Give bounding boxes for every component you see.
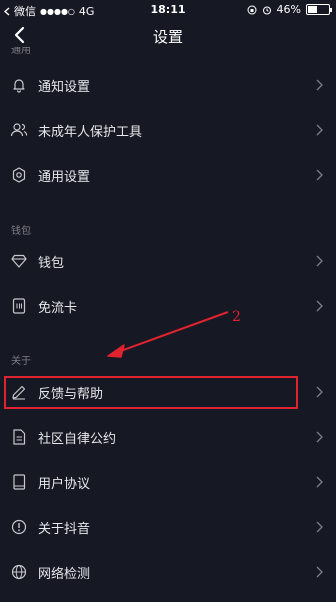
info-icon — [10, 518, 28, 536]
page-title: 设置 — [152, 28, 183, 46]
row-data-free-card[interactable]: 免流卡 — [0, 284, 336, 328]
chevron-right-icon — [314, 385, 324, 399]
chevron-right-icon — [314, 123, 324, 137]
row-minor-protection[interactable]: 未成年人保护工具 — [0, 108, 336, 152]
people-icon — [10, 121, 28, 139]
row-label: 社区自律公约 — [38, 431, 117, 447]
chevron-right-icon — [314, 520, 324, 534]
row-label: 用户协议 — [38, 476, 91, 492]
chevron-right-icon — [314, 168, 324, 182]
chevron-right-icon — [314, 565, 324, 579]
diamond-icon — [10, 252, 28, 270]
nav-bar: 设置 — [0, 20, 336, 50]
row-general-settings[interactable]: 通用设置 — [0, 153, 336, 197]
row-label: 通知设置 — [38, 79, 91, 95]
row-label: 钱包 — [38, 255, 65, 271]
row-label: 未成年人保护工具 — [38, 124, 143, 140]
section-header-general: 通用 — [11, 47, 31, 54]
bell-icon — [10, 76, 28, 94]
gear-icon — [10, 166, 28, 184]
row-wallet[interactable]: 钱包 — [0, 239, 336, 283]
row-about-douyin[interactable]: 关于抖音 — [0, 505, 336, 549]
orientation-lock-icon — [247, 5, 257, 14]
battery-percent: 46% — [276, 3, 301, 16]
globe-icon — [10, 563, 28, 581]
section-header-about: 关于 — [11, 356, 31, 367]
row-label: 通用设置 — [38, 169, 91, 185]
section-header-wallet: 钱包 — [11, 226, 31, 237]
annotation-highlight-box — [4, 376, 298, 409]
annotation-number: 2 — [232, 309, 241, 325]
battery-fill — [308, 6, 318, 13]
row-label: 免流卡 — [38, 300, 78, 316]
status-bar: 微信 ●●●●○ 4G 18:11 46% — [0, 0, 336, 20]
chevron-right-icon — [314, 430, 324, 444]
chevron-right-icon — [314, 254, 324, 268]
status-right: 46% — [247, 3, 332, 16]
row-label: 网络检测 — [38, 566, 91, 582]
chevron-right-icon — [314, 299, 324, 313]
chevron-right-icon — [314, 475, 324, 489]
document-icon — [10, 428, 28, 446]
sim-card-icon — [10, 297, 28, 315]
battery-icon — [306, 4, 332, 15]
chevron-right-icon — [314, 78, 324, 92]
row-notification-settings[interactable]: 通知设置 — [0, 63, 336, 107]
alarm-icon — [262, 6, 271, 14]
row-community-guidelines[interactable]: 社区自律公约 — [0, 415, 336, 459]
book-icon — [10, 473, 28, 491]
row-label: 关于抖音 — [38, 521, 91, 537]
row-network-check[interactable]: 网络检测 — [0, 550, 336, 594]
row-user-agreement[interactable]: 用户协议 — [0, 460, 336, 504]
